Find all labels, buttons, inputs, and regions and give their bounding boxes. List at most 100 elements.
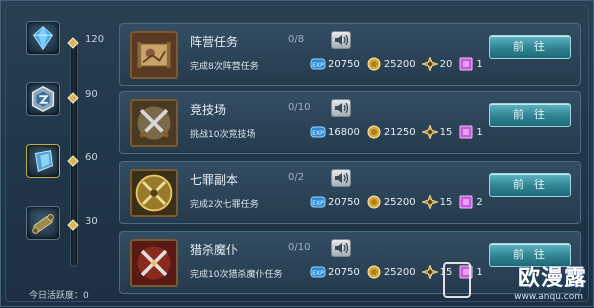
today-activity-value: 0 bbox=[83, 291, 89, 301]
ice-shard-icon bbox=[34, 150, 53, 173]
reward-exp: EXP 20750 bbox=[310, 195, 360, 209]
speaker-icon bbox=[335, 102, 349, 114]
go-button[interactable]: 前往 bbox=[489, 103, 571, 127]
task-rewards: EXP 20750 25200 15 2 bbox=[310, 194, 489, 210]
reward-exp: EXP 20750 bbox=[310, 57, 360, 71]
red-swords-icon bbox=[130, 239, 178, 287]
voice-button[interactable] bbox=[331, 31, 351, 49]
reward-tokens: 20 bbox=[421, 57, 453, 71]
purple-gem-icon bbox=[459, 195, 473, 209]
task-description: 完成10次猎杀魔仆任务 bbox=[190, 270, 283, 280]
purple-gem-icon bbox=[459, 265, 473, 279]
reward-chest-30[interactable] bbox=[26, 206, 60, 240]
today-activity: 今日活跃度：0 bbox=[29, 288, 89, 301]
track-value-90: 90 bbox=[85, 89, 98, 100]
reward-tokens-value: 15 bbox=[439, 126, 453, 138]
map-scroll-icon bbox=[130, 31, 178, 79]
svg-text:EXP: EXP bbox=[312, 200, 324, 207]
reward-exp: EXP 16800 bbox=[310, 125, 360, 139]
task-name: 竞技场 bbox=[190, 103, 227, 117]
task-progress: 0/8 bbox=[288, 34, 305, 45]
track-marker-90 bbox=[67, 89, 79, 104]
exp-icon: EXP bbox=[310, 58, 326, 70]
star-token-icon bbox=[421, 195, 438, 209]
speaker-icon bbox=[335, 172, 349, 184]
svg-text:EXP: EXP bbox=[312, 130, 324, 137]
voice-button[interactable] bbox=[331, 99, 351, 117]
task-description: 完成8次阵营任务 bbox=[190, 62, 259, 72]
reward-coins: 25200 bbox=[366, 265, 416, 279]
svg-text:EXP: EXP bbox=[312, 62, 324, 69]
reward-chest-90[interactable] bbox=[26, 82, 60, 116]
reward-exp: EXP 20750 bbox=[310, 265, 360, 279]
task-row: 七罪副本 0/2 完成2次七罪任务 EXP 20750 25200 15 2 前… bbox=[119, 161, 581, 224]
reward-gems-value: 1 bbox=[476, 126, 483, 138]
exp-icon: EXP bbox=[310, 126, 326, 138]
task-progress: 0/10 bbox=[288, 242, 311, 253]
reward-exp-value: 20750 bbox=[328, 266, 360, 278]
reward-gems-value: 2 bbox=[476, 196, 483, 208]
reward-coins-value: 25200 bbox=[383, 266, 416, 278]
reward-tokens: 15 bbox=[421, 125, 453, 139]
speaker-icon bbox=[335, 242, 349, 254]
reward-exp-value: 20750 bbox=[328, 196, 360, 208]
purple-gem-icon bbox=[459, 125, 473, 139]
track-marker-30 bbox=[67, 216, 79, 231]
task-progress: 0/2 bbox=[288, 172, 305, 183]
speaker-icon bbox=[335, 34, 349, 46]
task-description: 完成2次七罪任务 bbox=[190, 200, 259, 210]
reward-gems-value: 1 bbox=[476, 266, 483, 278]
reward-tokens: 15 bbox=[421, 265, 452, 279]
track-value-30: 30 bbox=[85, 216, 98, 227]
activity-reward-track: 120 90 60 30 bbox=[9, 15, 109, 295]
daily-activity-window: 120 90 60 30 今日活跃度：0 阵营任务 0/8 完成8次阵营任务 E… bbox=[0, 0, 594, 307]
reward-chest-120[interactable] bbox=[26, 21, 60, 55]
task-rewards: EXP 16800 21250 15 1 bbox=[310, 124, 489, 140]
task-name: 猎杀魔仆 bbox=[190, 243, 239, 257]
voice-button[interactable] bbox=[331, 239, 351, 257]
task-rewards: EXP 20750 25200 20 1 bbox=[310, 56, 489, 72]
blue-crystal-icon bbox=[32, 26, 54, 51]
task-row: 阵营任务 0/8 完成8次阵营任务 EXP 20750 25200 20 1 前… bbox=[119, 23, 581, 86]
track-value-120: 120 bbox=[85, 34, 105, 45]
voice-button[interactable] bbox=[331, 169, 351, 187]
task-name: 七罪副本 bbox=[190, 173, 239, 187]
track-marker-120 bbox=[67, 34, 79, 49]
star-token-icon bbox=[421, 265, 438, 279]
go-button[interactable]: 前往 bbox=[489, 35, 571, 59]
task-rewards: EXP 20750 25200 15 1 bbox=[310, 264, 489, 280]
reward-chest-60[interactable] bbox=[26, 144, 60, 178]
golden-swords-icon bbox=[130, 169, 178, 217]
reward-coins: 25200 bbox=[366, 195, 416, 209]
gold-coin-icon bbox=[367, 265, 381, 279]
reward-gems: 1 bbox=[458, 265, 483, 279]
gold-coin-icon bbox=[367, 195, 381, 209]
reward-coins-value: 25200 bbox=[383, 196, 416, 208]
task-list[interactable]: 阵营任务 0/8 完成8次阵营任务 EXP 20750 25200 20 1 前… bbox=[119, 15, 589, 308]
reward-gems: 2 bbox=[458, 195, 483, 209]
reward-gems: 1 bbox=[458, 125, 483, 139]
go-button[interactable]: 前往 bbox=[489, 243, 571, 267]
track-marker-60 bbox=[67, 152, 79, 167]
task-progress: 0/10 bbox=[288, 102, 311, 113]
gold-coin-icon bbox=[367, 57, 381, 71]
reward-coins: 21250 bbox=[366, 125, 416, 139]
purple-gem-icon bbox=[459, 57, 473, 71]
reward-tokens-value: 20 bbox=[439, 58, 453, 70]
scroll-icon bbox=[32, 214, 54, 234]
star-token-icon bbox=[421, 57, 438, 71]
reward-exp-value: 16800 bbox=[328, 126, 360, 138]
reward-gems-value: 1 bbox=[476, 58, 483, 70]
exp-icon: EXP bbox=[310, 196, 326, 208]
task-row: 竞技场 0/10 挑战10次竞技场 EXP 16800 21250 15 1 前… bbox=[119, 91, 581, 154]
reward-tokens: 15 bbox=[421, 195, 453, 209]
reward-coins-value: 21250 bbox=[383, 126, 416, 138]
reward-coins-value: 25200 bbox=[383, 58, 416, 70]
exp-icon: EXP bbox=[310, 266, 326, 278]
star-token-icon bbox=[421, 125, 438, 139]
reward-coins: 25200 bbox=[366, 57, 416, 71]
go-button[interactable]: 前往 bbox=[489, 173, 571, 197]
reward-tokens-value: 15 bbox=[439, 196, 453, 208]
today-activity-label: 今日活跃度： bbox=[29, 291, 84, 301]
task-name: 阵营任务 bbox=[190, 35, 239, 49]
